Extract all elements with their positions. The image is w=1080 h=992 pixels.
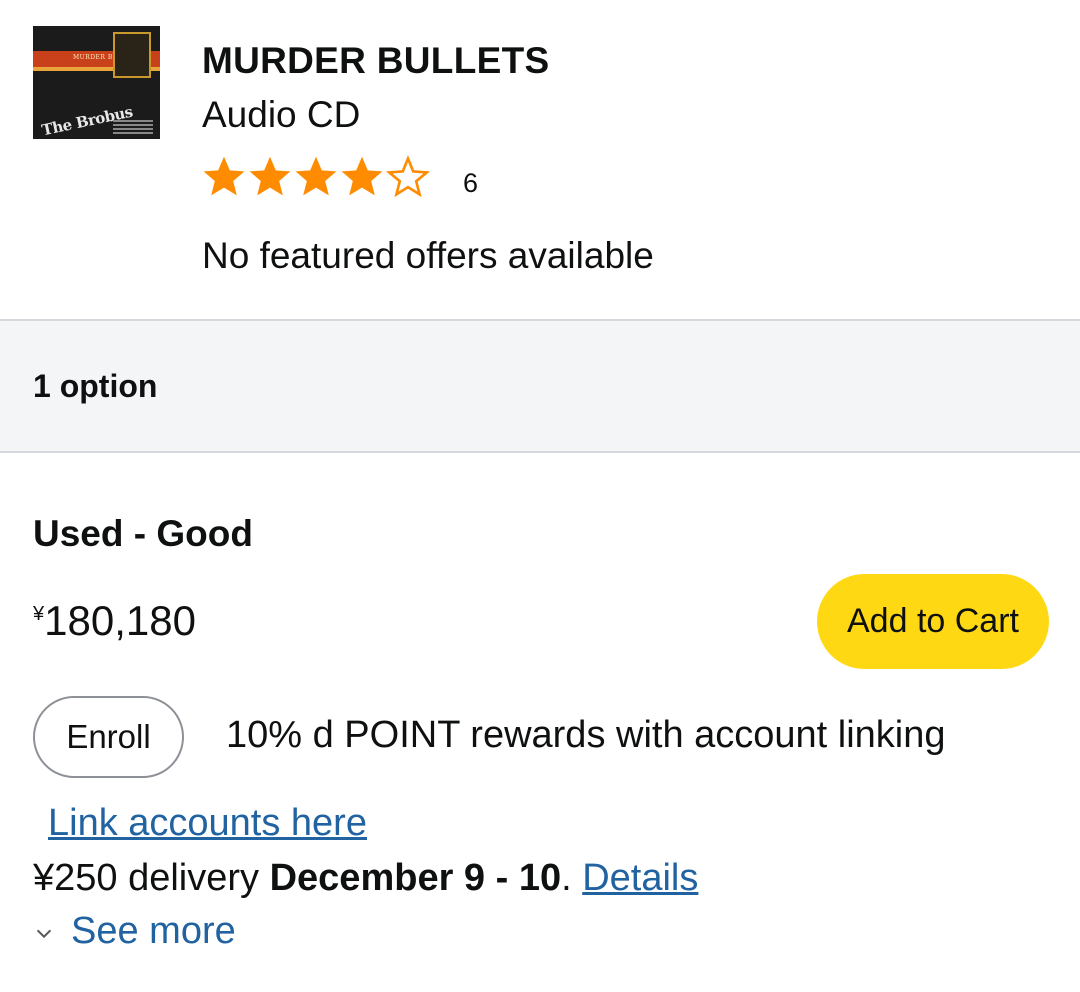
rating-count[interactable]: 6 [463,168,478,199]
delivery-period: . [561,857,583,899]
product-summary: MURDER BULLETS The Brobus MURDER BULLETS… [0,0,1080,319]
delivery-info: ¥250 delivery December 9 - 10. Details [33,857,698,900]
star-filled-icon [341,156,383,196]
delivery-fee: ¥250 delivery [33,857,270,899]
product-format: Audio CD [202,94,361,135]
star-rating[interactable] [200,153,431,201]
cover-tracklist [113,120,153,136]
delivery-dates: December 9 - 10 [269,857,562,899]
cover-emblem [113,32,151,78]
rewards-text: 10% d POINT rewards with account linking [226,714,946,756]
price-value: 180,180 [44,597,196,644]
product-title[interactable]: MURDER BULLETS [202,40,549,82]
options-header: 1 option [0,319,1080,453]
see-more-toggle[interactable]: See more [33,910,236,953]
delivery-details-link[interactable]: Details [582,857,698,899]
availability-text: No featured offers available [202,235,654,276]
star-outline-icon [385,155,431,198]
offer-price: ¥180,180 [33,597,196,645]
enroll-button[interactable]: Enroll [33,696,184,778]
currency-symbol: ¥ [33,603,45,625]
option-count: 1 option [33,368,158,404]
see-more-label: See more [71,910,236,952]
star-filled-icon [249,156,291,196]
album-cover-thumbnail[interactable]: MURDER BULLETS The Brobus [33,26,160,139]
offer-condition: Used - Good [33,513,253,554]
link-accounts-link[interactable]: Link accounts here [48,802,367,845]
chevron-down-icon [36,929,52,938]
star-filled-icon [203,156,245,196]
star-filled-icon [295,156,337,196]
add-to-cart-button[interactable]: Add to Cart [817,574,1049,669]
